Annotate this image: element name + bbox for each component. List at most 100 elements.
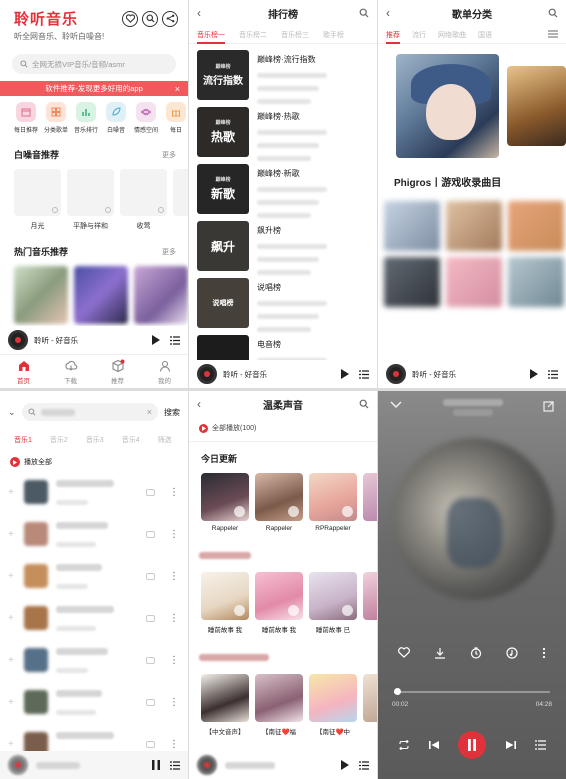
source-tab[interactable]: 筛选 <box>158 435 172 445</box>
playlist-icon[interactable] <box>359 369 369 379</box>
pause-button[interactable] <box>458 731 487 759</box>
source-tab[interactable]: 音乐2 <box>50 435 68 445</box>
add-icon[interactable]: + <box>8 487 18 498</box>
play-icon[interactable] <box>340 760 349 770</box>
hot-music-cover[interactable] <box>14 266 68 324</box>
tab-cube[interactable]: 推荐 <box>111 359 125 385</box>
source-tab[interactable]: 音乐3 <box>86 435 104 445</box>
mv-icon[interactable] <box>146 572 155 580</box>
next-icon[interactable] <box>505 740 516 750</box>
repeat-icon[interactable] <box>398 740 410 750</box>
back-icon[interactable]: ‹ <box>197 397 201 411</box>
quick-entry[interactable]: 情感空间 <box>134 102 158 134</box>
mv-icon[interactable] <box>146 656 155 664</box>
tab-home[interactable]: 首页 <box>17 359 31 385</box>
audio-item[interactable]: RPRappeler <box>309 473 357 532</box>
audio-item[interactable]: 【中文音声】 <box>201 674 249 736</box>
quick-entry[interactable]: 分类歌单 <box>44 102 68 134</box>
audio-item[interactable]: 【南征❤️中 <box>309 674 357 736</box>
playlist-cover[interactable] <box>506 66 566 146</box>
song-row[interactable]: + ⋮ <box>0 681 188 723</box>
play-icon[interactable] <box>340 369 349 379</box>
category-tab[interactable]: 流行 <box>412 30 426 43</box>
playlist-cover[interactable] <box>446 257 502 307</box>
audio-item[interactable]: 睡前故事 已 <box>309 572 357 634</box>
more-link[interactable]: 更多 <box>162 247 176 257</box>
song-row[interactable]: + ⋮ <box>0 471 188 513</box>
search-icon[interactable] <box>548 8 558 18</box>
playlist-icon[interactable] <box>170 760 180 770</box>
song-row[interactable]: + ⋮ <box>0 513 188 555</box>
play-icon[interactable] <box>529 369 538 379</box>
ranking-tab[interactable]: 音乐榜一 <box>197 30 225 44</box>
more-icon[interactable]: ⋮ <box>169 739 179 750</box>
tab-user[interactable]: 我的 <box>158 359 172 385</box>
mv-icon[interactable] <box>146 530 155 538</box>
mv-icon[interactable] <box>146 488 155 496</box>
heart-icon[interactable] <box>122 10 138 27</box>
mini-player[interactable]: 聆听 - 好音乐 <box>189 360 377 388</box>
playlist-cover[interactable] <box>384 257 440 307</box>
back-icon[interactable]: ‹ <box>197 6 201 20</box>
search-button[interactable]: 搜索 <box>164 407 180 418</box>
ranking-item[interactable]: 飙升 飙升榜 <box>189 215 377 275</box>
mini-player[interactable] <box>0 751 188 779</box>
more-icon[interactable]: ⋮ <box>169 655 179 666</box>
mini-player[interactable]: 聆听 - 好音乐 <box>378 360 566 388</box>
more-icon[interactable]: ⋮ <box>169 697 179 708</box>
more-icon[interactable]: ⋮ <box>169 487 179 498</box>
download-icon[interactable] <box>434 647 446 659</box>
ranking-tab[interactable]: 歌手榜 <box>323 30 344 43</box>
mv-icon[interactable] <box>146 740 155 748</box>
white-noise-card[interactable]: 月光 <box>14 169 61 231</box>
audio-item[interactable]: 【南征❤️福 <box>255 674 303 736</box>
more-icon[interactable] <box>542 647 546 659</box>
search-input[interactable]: 全网无损VIP音乐/音频/asmr <box>12 54 176 74</box>
search-icon[interactable] <box>359 399 369 409</box>
share-icon[interactable] <box>543 401 554 412</box>
add-icon[interactable]: + <box>8 571 18 582</box>
add-icon[interactable]: + <box>8 655 18 666</box>
mini-player[interactable] <box>189 751 377 779</box>
source-tab[interactable]: 音乐1 <box>14 435 32 445</box>
more-link[interactable]: 更多 <box>162 150 176 160</box>
audio-item[interactable]: Char <box>363 473 377 532</box>
ranking-item[interactable]: 巅峰榜 热歌 巅峰榜·热歌 <box>189 101 377 161</box>
play-icon[interactable] <box>151 335 160 345</box>
quick-entry[interactable]: 每日 <box>164 102 188 134</box>
white-noise-card[interactable]: 镜 <box>173 169 188 231</box>
playlist-icon[interactable] <box>548 369 558 379</box>
mv-icon[interactable] <box>146 614 155 622</box>
timer-icon[interactable] <box>470 647 482 659</box>
audio-item[interactable]: 睡前故事 我 <box>201 572 249 634</box>
playlist-cover[interactable] <box>446 201 502 251</box>
tab-cloud[interactable]: 下载 <box>64 359 78 385</box>
menu-icon[interactable] <box>548 30 558 43</box>
mini-player[interactable]: 聆听 - 好音乐 <box>0 326 188 354</box>
ranking-tab[interactable]: 音乐榜二 <box>239 30 267 43</box>
more-icon[interactable]: ⋮ <box>169 613 179 624</box>
playlist-cover[interactable] <box>384 201 440 251</box>
promo-banner[interactable]: 软件推荐-发现更多好用的app × <box>0 81 188 96</box>
song-row[interactable]: + ⋮ <box>0 639 188 681</box>
share-icon[interactable] <box>162 10 178 27</box>
quick-entry[interactable]: 音乐排行 <box>74 102 98 134</box>
search-input[interactable]: × <box>21 403 158 421</box>
hot-music-cover[interactable] <box>134 266 188 324</box>
music-note-icon[interactable] <box>506 647 518 659</box>
audio-item[interactable]: Rappeler <box>255 473 303 532</box>
search-icon[interactable] <box>142 10 158 27</box>
heart-icon[interactable] <box>398 647 410 658</box>
hot-music-cover[interactable] <box>74 266 128 324</box>
play-all-button[interactable]: 全部播放(100) <box>189 417 377 433</box>
close-icon[interactable]: × <box>175 84 180 94</box>
back-icon[interactable]: ⌄ <box>8 407 16 418</box>
pause-icon[interactable] <box>152 760 160 770</box>
ranking-item[interactable]: 说唱榜 说唱榜 <box>189 272 377 332</box>
source-tab[interactable]: 音乐4 <box>122 435 140 445</box>
ranking-item[interactable]: 巅峰榜 流行指数 巅峰榜·流行指数 <box>189 44 377 104</box>
more-icon[interactable]: ⋮ <box>169 571 179 582</box>
song-row[interactable]: + ⋮ <box>0 597 188 639</box>
playlist-icon[interactable] <box>359 760 369 770</box>
progress-bar[interactable] <box>394 688 550 695</box>
